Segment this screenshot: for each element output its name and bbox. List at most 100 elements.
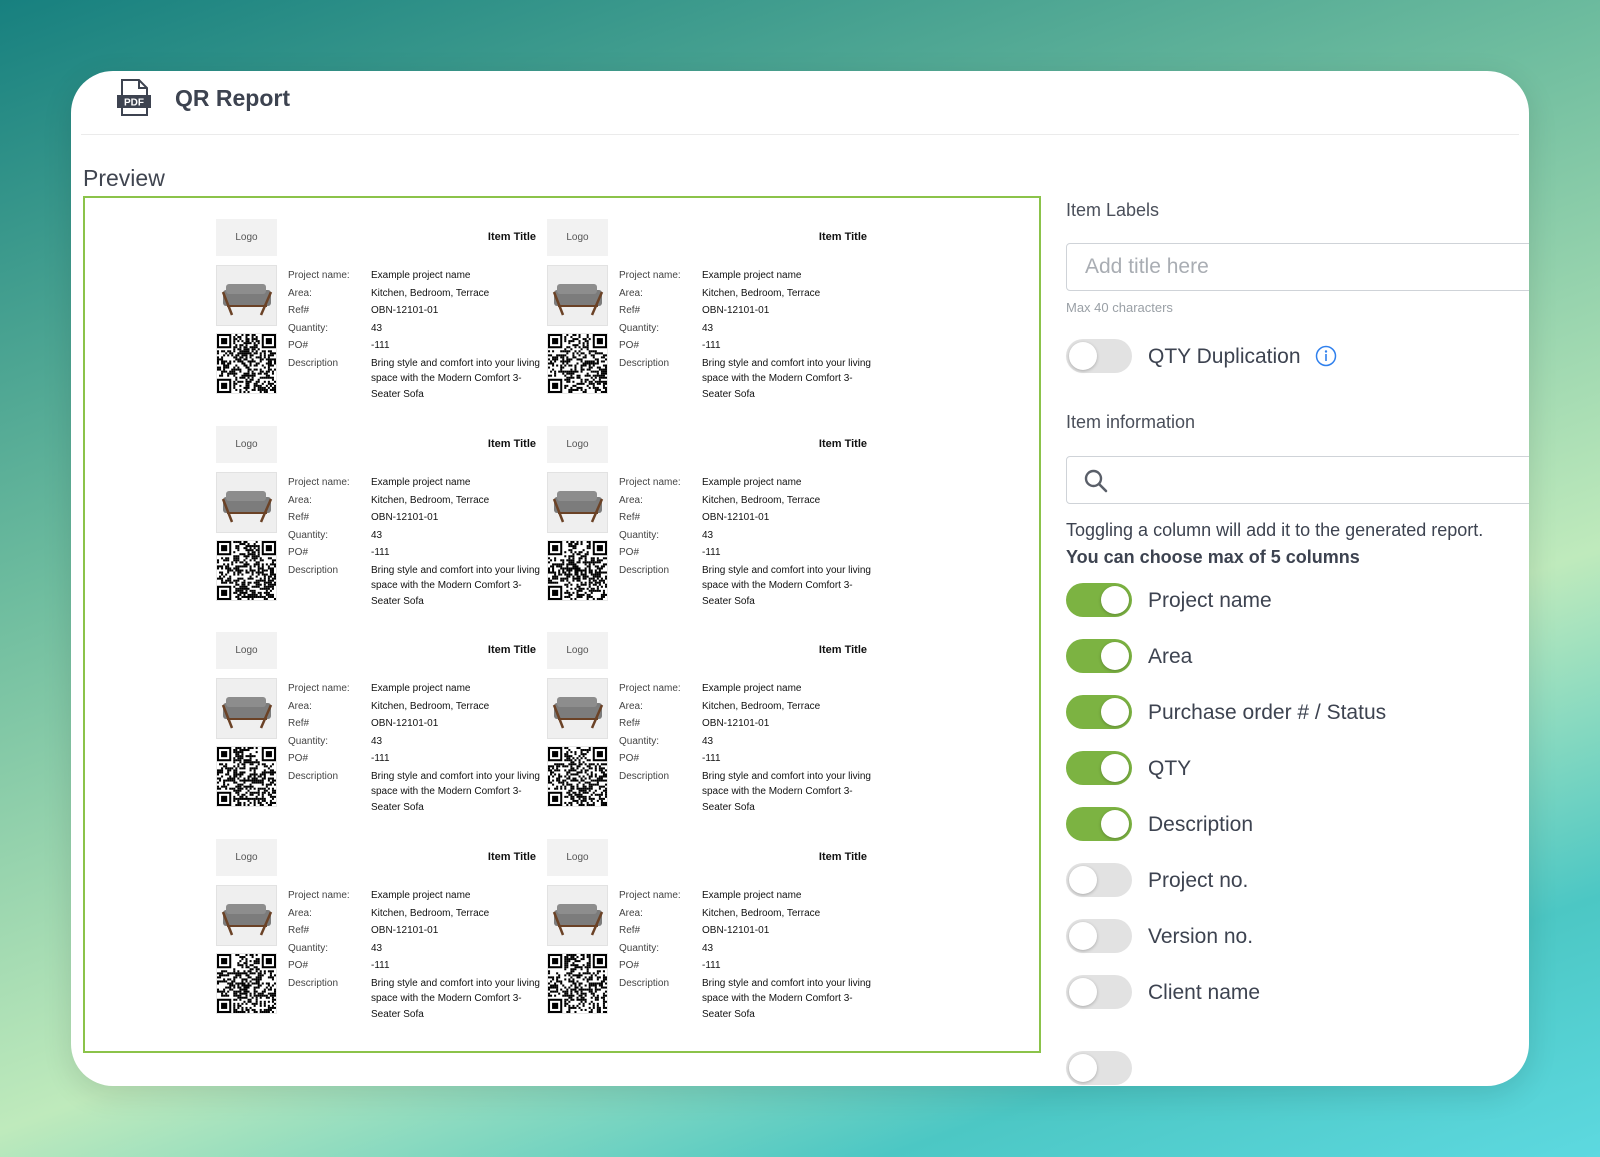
item-title: Item Title [487, 851, 536, 863]
item-title-input[interactable] [1066, 243, 1529, 291]
field-value: -111 [702, 960, 721, 971]
column-toggle-purchase-order-status[interactable] [1066, 695, 1132, 729]
field-value: 43 [371, 942, 383, 954]
field-value: Example project name [371, 683, 471, 694]
field-label: Quantity: [619, 529, 660, 541]
field-label: Project name: [619, 683, 681, 694]
column-toggle-area[interactable] [1066, 639, 1132, 673]
field-value: OBN-12101-01 [702, 718, 770, 729]
column-toggle-version-no[interactable] [1066, 919, 1132, 953]
field-label: Area: [619, 494, 643, 506]
field-value: Example project name [702, 270, 802, 281]
toggle-knob [1101, 698, 1129, 726]
column-toggle-partial[interactable] [1066, 1051, 1132, 1085]
logo-placeholder: Logo [216, 426, 277, 463]
column-toggle-label: Client name [1148, 981, 1261, 1004]
field-label: Area: [288, 494, 312, 506]
column-toggle-client-name[interactable] [1066, 975, 1132, 1009]
toggle-knob [1101, 586, 1129, 614]
columns-hint-text: Toggling a column will add it to the gen… [1066, 520, 1484, 540]
field-value: -111 [371, 753, 390, 764]
field-value: Kitchen, Bedroom, Terrace [371, 287, 490, 299]
field-label: Ref# [619, 718, 641, 729]
field-description: Bring style and comfort into your living… [371, 357, 540, 400]
logo-placeholder: Logo [547, 632, 608, 669]
column-toggle-description[interactable] [1066, 807, 1132, 841]
column-toggle-project-no[interactable] [1066, 863, 1132, 897]
field-labels: Project name: Area: Ref# Quantity: PO# Descri… [619, 680, 699, 785]
item-information-title: Item information [1066, 412, 1196, 432]
field-value: Example project name [371, 477, 471, 488]
column-toggle-label: Version no. [1148, 925, 1254, 948]
info-icon[interactable] [1315, 345, 1337, 367]
pdf-file-icon: PDF [117, 79, 151, 116]
qr-label-card: Logo Item Title Project name: Area: Ref# Quan… [216, 839, 546, 1034]
field-description: Bring style and comfort into your living… [371, 770, 540, 813]
toggle-knob [1101, 754, 1129, 782]
sofa-image [216, 472, 277, 533]
field-label: PO# [288, 960, 309, 971]
field-values: Example project name Kitchen, Bedroom, Te… [702, 887, 872, 1022]
field-labels: Project name: Area: Ref# Quantity: PO# Descri… [288, 680, 368, 785]
field-values: Example project name Kitchen, Bedroom, Te… [371, 680, 541, 815]
field-label: Quantity: [288, 735, 329, 747]
field-description: Bring style and comfort into your living… [702, 564, 871, 607]
field-values: Example project name Kitchen, Bedroom, Te… [371, 474, 541, 609]
field-label: Project name: [288, 683, 350, 694]
field-description: Bring style and comfort into your living… [371, 977, 540, 1020]
toggle-knob [1069, 922, 1097, 950]
qr-code [547, 333, 608, 394]
field-label: Description [288, 770, 339, 782]
toggle-knob [1101, 642, 1129, 670]
field-value: Kitchen, Bedroom, Terrace [371, 700, 490, 712]
qty-duplication-label: QTY Duplication [1148, 345, 1301, 368]
field-value: -111 [371, 960, 390, 971]
field-value: -111 [702, 753, 721, 764]
field-labels: Project name: Area: Ref# Quantity: PO# Descri… [619, 474, 699, 579]
field-label: Quantity: [288, 942, 329, 954]
qr-label-card: Logo Item Title Project name: Area: Ref# Quan… [216, 426, 546, 621]
field-labels: Project name: Area: Ref# Quantity: PO# Descri… [619, 887, 699, 992]
field-label: Project name: [619, 477, 681, 488]
field-label: Project name: [619, 890, 681, 901]
qr-code [216, 953, 277, 1014]
qr-label-card: Logo Item Title Project name: Area: Ref# Quan… [547, 426, 877, 621]
column-toggle-label: QTY [1148, 757, 1192, 780]
field-label: Project name: [288, 270, 350, 281]
field-value: -111 [371, 340, 390, 351]
columns-hint: Toggling a column will add it to the gen… [1066, 517, 1483, 571]
field-label: Ref# [619, 925, 641, 936]
field-label: Quantity: [619, 322, 660, 334]
logo-placeholder: Logo [216, 219, 277, 256]
field-value: 43 [702, 942, 714, 954]
field-label: PO# [619, 547, 640, 558]
field-label: Description [288, 357, 339, 369]
field-description: Bring style and comfort into your living… [371, 564, 540, 607]
field-label: Area: [619, 907, 643, 919]
column-search-input[interactable] [1066, 456, 1529, 504]
field-label: Area: [288, 907, 312, 919]
item-title: Item Title [818, 231, 867, 243]
toggle-knob [1101, 810, 1129, 838]
field-description: Bring style and comfort into your living… [702, 977, 871, 1020]
field-label: PO# [619, 753, 640, 764]
field-labels: Project name: Area: Ref# Quantity: PO# Descri… [619, 267, 699, 372]
sofa-image [216, 885, 277, 946]
field-description: Bring style and comfort into your living… [702, 357, 871, 400]
column-toggle-qty[interactable] [1066, 751, 1132, 785]
field-label: Ref# [619, 305, 641, 316]
item-title: Item Title [487, 438, 536, 450]
toggle-knob [1069, 978, 1097, 1006]
field-label: PO# [288, 753, 309, 764]
toggle-knob [1069, 342, 1097, 370]
field-value: Example project name [702, 477, 802, 488]
field-value: OBN-12101-01 [371, 925, 439, 936]
field-value: Kitchen, Bedroom, Terrace [702, 700, 821, 712]
field-value: Example project name [371, 890, 471, 901]
sofa-image [216, 265, 277, 326]
field-label: PO# [619, 340, 640, 351]
field-label: Description [619, 357, 670, 369]
column-toggle-project-name[interactable] [1066, 583, 1132, 617]
sofa-image [547, 885, 608, 946]
qty-duplication-toggle[interactable] [1066, 339, 1132, 373]
